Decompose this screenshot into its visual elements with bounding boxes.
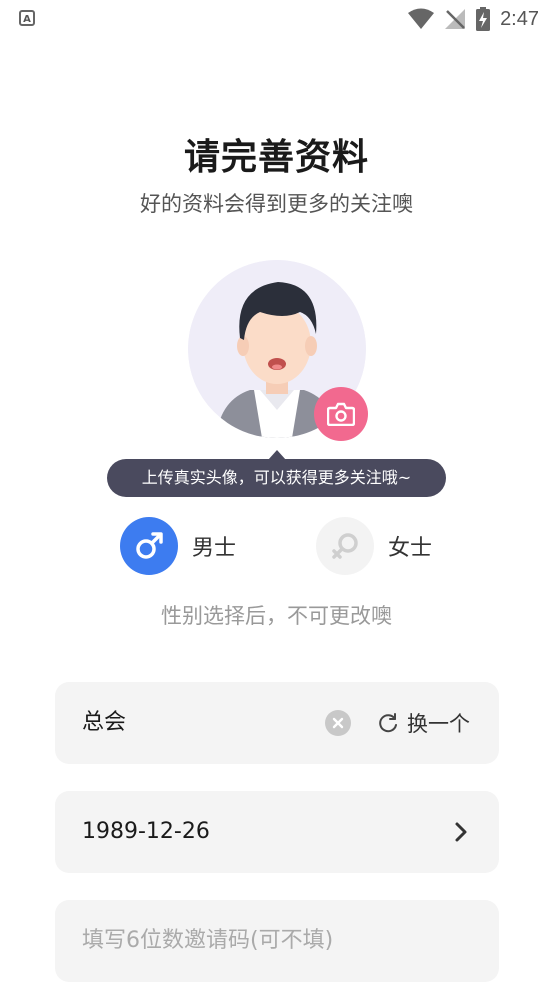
page-subtitle: 好的资料会得到更多的关注噢 — [140, 192, 413, 216]
gender-male-label: 男士 — [192, 536, 237, 561]
birthday-value: 1989-12-26 — [82, 819, 210, 844]
gender-hint: 性别选择后，不可更改噢 — [161, 604, 392, 628]
nickname-field[interactable]: 总会 换一个 — [55, 682, 499, 764]
invite-code-field[interactable]: 填写6位数邀请码(可不填) — [55, 900, 499, 982]
female-symbol-icon — [316, 517, 374, 575]
chevron-right-icon — [455, 822, 467, 842]
app-notification-icon: A — [19, 10, 35, 26]
status-bar: A 2:47 — [0, 0, 553, 38]
camera-icon — [327, 402, 355, 426]
status-time: 2:47 — [500, 7, 539, 30]
male-symbol-icon — [120, 517, 178, 575]
gender-male-option[interactable]: 男士 — [120, 517, 236, 575]
no-signal-icon — [445, 9, 466, 29]
refresh-label: 换一个 — [407, 712, 470, 736]
refresh-icon — [379, 713, 397, 733]
wifi-icon — [408, 8, 435, 29]
gender-female-label: 女士 — [388, 536, 433, 561]
invite-code-input[interactable]: 填写6位数邀请码(可不填) — [82, 900, 333, 982]
random-nickname-button[interactable]: 换一个 — [377, 682, 470, 764]
clear-nickname-button[interactable] — [325, 710, 351, 736]
close-icon — [332, 717, 344, 729]
avatar-tooltip: 上传真实头像，可以获得更多关注哦~ — [107, 459, 446, 497]
battery-charging-icon — [476, 7, 491, 31]
gender-female-option[interactable]: 女士 — [316, 517, 432, 575]
nickname-value[interactable]: 总会 — [82, 682, 126, 764]
status-icons: 2:47 — [408, 6, 539, 32]
birthday-field[interactable]: 1989-12-26 — [55, 791, 499, 873]
upload-avatar-button[interactable] — [314, 387, 368, 441]
page-title: 请完善资料 — [183, 137, 369, 178]
